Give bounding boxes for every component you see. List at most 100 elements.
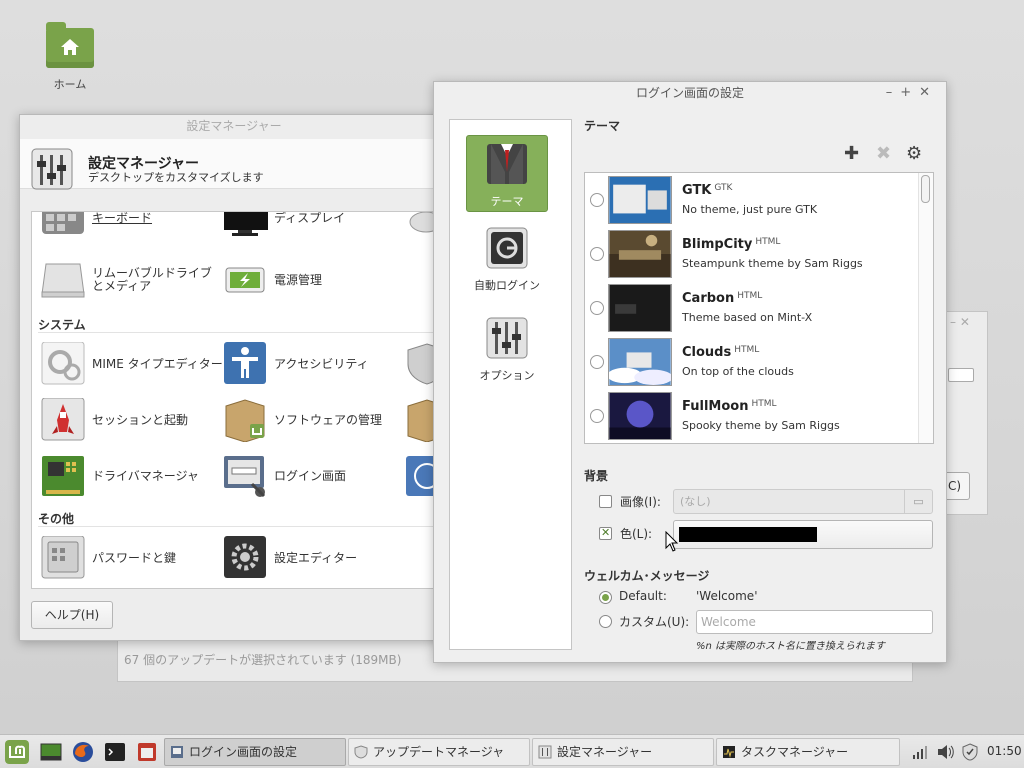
passwords-keys-icon — [41, 536, 85, 579]
theme-name-gtk: GTK GTK — [682, 183, 733, 198]
theme-row-blimpcity[interactable]: BlimpCity HTML Steampunk theme by Sam Rig… — [585, 227, 918, 281]
dialog-window-controls[interactable]: – ✕ — [950, 315, 970, 329]
item-login-screen[interactable]: ログイン画面 — [222, 454, 346, 498]
default-welcome-label: Default: — [619, 589, 667, 603]
help-button[interactable]: ヘルプ(H) — [31, 601, 113, 629]
volume-icon[interactable] — [937, 744, 955, 760]
mint-menu-icon[interactable] — [5, 740, 29, 764]
task-update-manager[interactable]: アップデートマネージャ — [348, 738, 530, 766]
theme-desc-fullmoon: Spooky theme by Sam Riggs — [682, 419, 840, 432]
theme-radio-carbon[interactable] — [590, 301, 604, 315]
login-settings-task-icon — [171, 746, 183, 758]
item-keyboard[interactable]: キーボード — [40, 211, 153, 244]
tab-autologin-label: 自動ログイン — [474, 279, 540, 292]
updater-icon[interactable] — [135, 740, 159, 764]
custom-welcome-input[interactable]: Welcome — [696, 610, 933, 634]
theme-radio-blimpcity[interactable] — [590, 247, 604, 261]
window-controls[interactable]: –+✕ — [886, 85, 938, 100]
image-file-chooser[interactable]: (なし) ▭ — [673, 489, 933, 514]
login-settings-window: ログイン画面の設定 –+✕ テーマ 自動ログイン オプション テーマ ✚ ✖ ⚙… — [433, 81, 947, 663]
custom-welcome-radio[interactable] — [599, 615, 612, 628]
task-login-settings[interactable]: ログイン画面の設定 — [164, 738, 346, 766]
theme-radio-gtk[interactable] — [590, 193, 604, 207]
item-software[interactable]: ソフトウェアの管理 — [222, 398, 382, 442]
item-driver-label: ドライバマネージャ — [92, 468, 199, 483]
theme-radio-clouds[interactable] — [590, 355, 604, 369]
dialog-button[interactable]: C) — [946, 472, 970, 500]
theme-radio-fullmoon[interactable] — [590, 409, 604, 423]
theme-row-gtk[interactable]: GTK GTK No theme, just pure GTK — [585, 173, 918, 227]
color-picker-button[interactable] — [673, 520, 933, 549]
theme-name-fullmoon: FullMoon HTML — [682, 399, 777, 414]
theme-thumbnail-carbon — [608, 284, 672, 332]
tab-options[interactable]: オプション — [466, 310, 548, 382]
theme-settings-gear-icon[interactable]: ⚙ — [906, 143, 922, 164]
image-checkbox[interactable] — [599, 495, 612, 508]
background-section-label: 背景 — [584, 469, 609, 483]
color-checkbox[interactable] — [599, 526, 612, 540]
theme-type-gtk: GTK — [714, 183, 733, 193]
item-keyboard-label: キーボード — [92, 211, 153, 225]
theme-name-clouds: Clouds HTML — [682, 345, 760, 360]
settings-window-title: 設定マネージャー — [186, 119, 282, 133]
item-passwords-keys[interactable]: パスワードと鍵 — [40, 536, 176, 580]
item-settings-editor[interactable]: 設定エディター — [222, 536, 357, 580]
terminal-icon[interactable] — [103, 740, 127, 764]
default-welcome-radio[interactable] — [599, 591, 612, 604]
theme-row-clouds[interactable]: Clouds HTML On top of the clouds — [585, 335, 918, 389]
add-theme-icon[interactable]: ✚ — [844, 143, 859, 164]
section-other-separator — [38, 526, 449, 527]
folder-icon[interactable]: ▭ — [904, 490, 932, 513]
theme-desc-clouds: On top of the clouds — [682, 365, 794, 378]
theme-list-scroll-thumb[interactable] — [921, 175, 930, 203]
theme-name-blimpcity: BlimpCity HTML — [682, 237, 781, 252]
theme-type-clouds: HTML — [734, 345, 760, 355]
network-signal-icon[interactable] — [912, 744, 928, 760]
show-desktop-icon[interactable] — [39, 740, 63, 764]
default-welcome-value: 'Welcome' — [696, 589, 758, 603]
tab-options-label: オプション — [479, 369, 535, 382]
theme-list-scrollbar[interactable] — [918, 173, 933, 443]
theme-desc-blimpcity: Steampunk theme by Sam Riggs — [682, 257, 863, 270]
task-settings-manager[interactable]: 設定マネージャー — [532, 738, 714, 766]
firefox-icon[interactable] — [71, 740, 95, 764]
power-manager-icon — [225, 267, 265, 293]
theme-thumbnail-blimpcity — [608, 230, 672, 278]
tab-autologin[interactable]: 自動ログイン — [466, 220, 548, 292]
software-manager-icon — [225, 399, 265, 442]
mouse-cursor-icon — [665, 531, 679, 552]
item-driver-manager[interactable]: ドライバマネージャ — [40, 454, 199, 498]
theme-row-carbon[interactable]: Carbon HTML Theme based on Mint-X — [585, 281, 918, 335]
dialog-field[interactable] — [948, 368, 974, 382]
theme-row-fullmoon[interactable]: FullMoon HTML Spooky theme by Sam Riggs — [585, 389, 918, 443]
login-sidebar: テーマ 自動ログイン オプション — [449, 119, 572, 650]
accessibility-icon — [224, 342, 266, 384]
item-session-startup[interactable]: セッションと起動 — [40, 398, 188, 442]
theme-type-fullmoon: HTML — [751, 399, 777, 409]
item-passwords-label: パスワードと鍵 — [92, 550, 177, 565]
removable-drive-icon — [41, 263, 85, 298]
minimize-icon[interactable]: – — [886, 85, 901, 100]
update-shield-tray-icon[interactable] — [961, 743, 979, 761]
item-power[interactable]: 電源管理 — [222, 258, 322, 302]
item-removable-drives[interactable]: リムーバブルドライブとメディア — [40, 258, 218, 302]
task-settings-manager-label: 設定マネージャー — [557, 745, 653, 759]
item-login-label: ログイン画面 — [274, 468, 347, 483]
tab-theme-label: テーマ — [490, 195, 524, 208]
item-mime-editor[interactable]: MIME タイプエディター — [40, 342, 223, 386]
task-task-manager-label: タスクマネージャー — [741, 745, 849, 759]
tab-theme[interactable]: テーマ — [466, 135, 548, 212]
theme-name-carbon: Carbon HTML — [682, 291, 763, 306]
clock[interactable]: 01:50 — [987, 744, 1022, 758]
image-label: 画像(I): — [620, 495, 661, 509]
update-shield-task-icon — [354, 745, 368, 759]
mime-editor-icon — [41, 342, 85, 385]
item-accessibility[interactable]: アクセシビリティ — [222, 342, 369, 386]
item-display[interactable]: ディスプレイ — [222, 212, 345, 244]
remove-theme-icon[interactable]: ✖ — [876, 143, 891, 164]
task-task-manager[interactable]: タスクマネージャー — [716, 738, 900, 766]
section-other-heading: その他 — [38, 512, 75, 526]
close-icon[interactable]: ✕ — [919, 85, 938, 100]
desktop-home-icon[interactable]: ホーム — [38, 22, 102, 92]
maximize-icon[interactable]: + — [900, 85, 919, 100]
